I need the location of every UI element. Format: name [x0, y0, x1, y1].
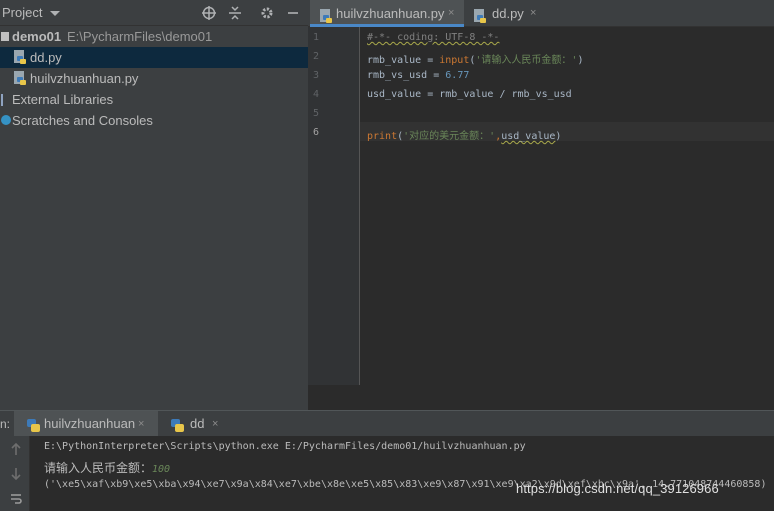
- line-number: 3: [313, 70, 320, 81]
- editor-tab-bar: huilvzhuanhuan.py × dd.py ×: [308, 0, 774, 27]
- tree-item-dd-py[interactable]: dd.py: [0, 47, 308, 68]
- run-console[interactable]: E:\PythonInterpreter\Scripts\python.exe …: [30, 436, 774, 511]
- code-line-4: usd_value = rmb_value / rmb_vs_usd: [367, 89, 572, 100]
- code-text: rmb_value =: [367, 55, 440, 66]
- run-toolbar: [0, 436, 30, 511]
- tab-dd-py[interactable]: dd.py ×: [466, 0, 548, 27]
- code-function: print: [367, 131, 398, 142]
- code-line-2: rmb_value = input('请输入人民币金额：'): [367, 51, 583, 66]
- arrow-down-icon[interactable]: [8, 467, 24, 483]
- line-number: 5: [313, 108, 320, 119]
- gear-icon[interactable]: [258, 4, 276, 22]
- tree-item-label: huilvzhuanhuan.py: [30, 71, 139, 86]
- editor-footer: [308, 385, 774, 410]
- code-text: ): [555, 131, 562, 142]
- tab-label: dd.py: [492, 6, 524, 21]
- tree-item-external-libraries[interactable]: External Libraries: [0, 89, 308, 110]
- library-icon: [1, 94, 4, 106]
- minimize-icon[interactable]: [284, 4, 302, 22]
- project-view-selector[interactable]: Project: [2, 5, 42, 20]
- close-icon[interactable]: ×: [448, 0, 454, 27]
- code-text: ): [577, 55, 584, 66]
- tab-label: huilvzhuanhuan.py: [336, 6, 445, 21]
- line-number-gutter: 1 2 3 4 5 6: [308, 27, 360, 385]
- tree-item-scratches[interactable]: Scratches and Consoles: [0, 110, 308, 131]
- code-function: input: [439, 55, 470, 66]
- tree-item-label: External Libraries: [12, 92, 114, 107]
- code-string: '对应的美元金额：': [403, 131, 496, 142]
- arrow-up-icon[interactable]: [8, 442, 24, 458]
- python-file-icon: [14, 50, 27, 65]
- target-icon[interactable]: [200, 4, 218, 22]
- line-number: 6: [313, 127, 320, 138]
- scratches-icon: [1, 115, 11, 125]
- run-tab-bar: n: huilvzhuanhuan × dd ×: [0, 410, 774, 437]
- console-user-input: 100: [152, 464, 171, 475]
- folder-icon: [1, 32, 9, 41]
- tab-label: huilvzhuanhuan: [44, 416, 136, 431]
- collapse-all-icon[interactable]: [226, 4, 244, 22]
- code-text: usd_value = rmb_value / rmb_vs_usd: [367, 89, 572, 100]
- close-icon[interactable]: ×: [138, 411, 144, 437]
- console-prompt: 请输入人民币金额：: [44, 461, 153, 475]
- tree-item-label: demo01: [12, 29, 62, 44]
- code-line-3: rmb_vs_usd = 6.77: [367, 70, 469, 81]
- close-icon[interactable]: ×: [212, 411, 218, 437]
- tree-item-demo01[interactable]: demo01 E:\PycharmFiles\demo01: [0, 26, 308, 47]
- comment: #-*- coding: UTF-8 -*-: [367, 32, 500, 43]
- tab-run-huilvzhuanhuan[interactable]: huilvzhuanhuan ×: [14, 411, 158, 437]
- console-prompt-line: 请输入人民币金额：100: [44, 459, 170, 476]
- line-number: 4: [313, 89, 320, 100]
- tree-item-huilvzhuanhuan-py[interactable]: huilvzhuanhuan.py: [0, 68, 308, 89]
- tab-run-dd[interactable]: dd ×: [158, 411, 228, 437]
- close-icon[interactable]: ×: [530, 0, 536, 27]
- project-header: Project: [0, 0, 308, 26]
- python-file-icon: [14, 71, 27, 86]
- line-number: 2: [313, 51, 320, 62]
- code-text: rmb_vs_usd =: [367, 70, 446, 81]
- project-panel: Project demo01 E:\PycharmFiles\demo01 dd…: [0, 0, 308, 410]
- watermark: https://blog.csdn.net/qq_39126966: [516, 481, 719, 496]
- tree-item-label: dd.py: [30, 50, 62, 65]
- code-text: usd_value: [501, 131, 556, 142]
- soft-wrap-icon[interactable]: [8, 492, 24, 508]
- chevron-down-icon[interactable]: [50, 11, 60, 16]
- code-line-1: #-*- coding: UTF-8 -*-: [367, 32, 499, 43]
- tab-label: dd: [190, 416, 205, 431]
- code-line-6: print('对应的美元金额：',usd_value): [367, 127, 561, 142]
- code-number: 6.77: [445, 70, 470, 81]
- tree-item-path: E:\PycharmFiles\demo01: [67, 29, 213, 44]
- tree-item-label: Scratches and Consoles: [12, 113, 153, 128]
- tab-huilvzhuanhuan-py[interactable]: huilvzhuanhuan.py ×: [310, 0, 464, 27]
- code-string: '请输入人民币金额：': [475, 55, 578, 66]
- line-number: 1: [313, 32, 320, 43]
- run-panel-label: n:: [0, 417, 11, 431]
- console-command-line: E:\PythonInterpreter\Scripts\python.exe …: [44, 441, 526, 452]
